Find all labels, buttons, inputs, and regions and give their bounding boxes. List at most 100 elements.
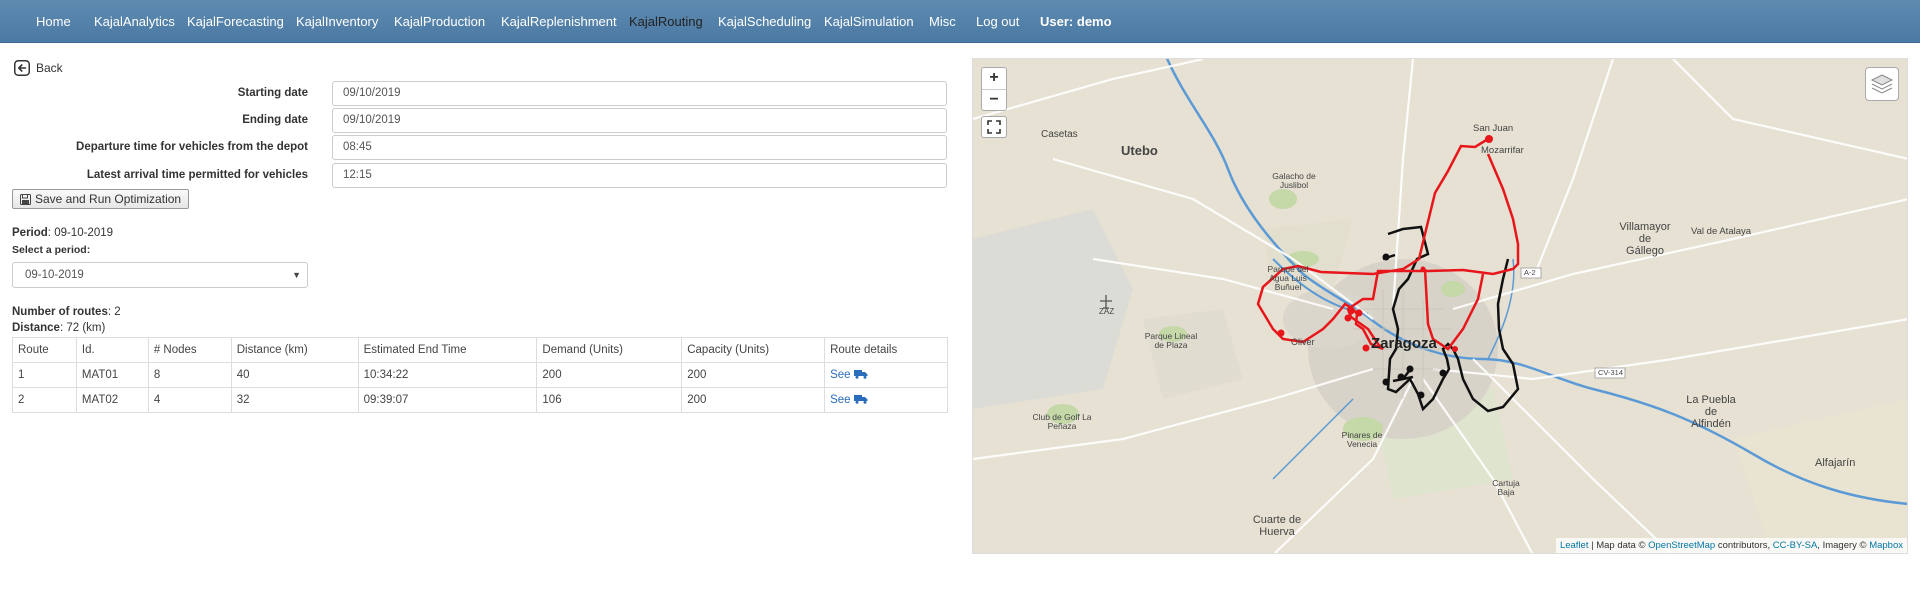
nav-misc[interactable]: Misc bbox=[929, 0, 956, 43]
save-run-optimization-button[interactable]: Save and Run Optimization bbox=[12, 189, 190, 209]
map-label-parque-lineal: Parque Lineal de Plaza bbox=[1141, 332, 1201, 350]
map-label-la-puebla: La Puebla de Alfindén bbox=[1681, 394, 1741, 430]
routes-table: Route Id. # Nodes Distance (km) Estimate… bbox=[12, 337, 948, 413]
nav-kajal-scheduling[interactable]: KajalScheduling bbox=[718, 0, 811, 43]
layers-icon bbox=[1870, 74, 1894, 94]
zoom-out-button[interactable]: − bbox=[982, 89, 1006, 110]
departure-time-input[interactable]: 08:45 bbox=[332, 135, 947, 160]
nav-kajal-simulation[interactable]: KajalSimulation bbox=[824, 0, 914, 43]
map-label-zaragoza: Zaragoza bbox=[1371, 335, 1437, 352]
map-data-text: | Map data © bbox=[1591, 540, 1646, 551]
cell-route-details: See bbox=[824, 387, 948, 413]
departure-time-label: Departure time for vehicles from the dep… bbox=[76, 141, 308, 153]
route-1-stop[interactable] bbox=[1344, 314, 1352, 322]
la-puebla-line-2: de bbox=[1704, 406, 1718, 418]
cell-route-details: See bbox=[824, 362, 948, 388]
back-button[interactable]: Back bbox=[14, 60, 63, 76]
cell-demand: 200 bbox=[536, 362, 683, 388]
map-label-casetas: Casetas bbox=[1041, 129, 1078, 140]
col-header-capacity: Capacity (Units) bbox=[681, 337, 826, 363]
map-label-villamayor: Villamayor de Gállego bbox=[1615, 221, 1675, 257]
map-label-val-de-atalaya: Val de Atalaya bbox=[1691, 226, 1752, 237]
truck-icon bbox=[853, 370, 868, 379]
route-1-stop[interactable] bbox=[1420, 266, 1426, 272]
period-label: Period bbox=[12, 227, 48, 239]
see-route-label: See bbox=[830, 394, 851, 406]
route-1-stop[interactable] bbox=[1452, 346, 1458, 352]
cuarte-line-1: Cuarte de bbox=[1252, 514, 1302, 526]
pinares-line-2: Venecia bbox=[1346, 439, 1378, 449]
parque-agua-line-3: Buñuel bbox=[1274, 282, 1302, 292]
nav-kajal-production[interactable]: KajalProduction bbox=[394, 0, 485, 43]
map-label-pinares: Pinares de Venecia bbox=[1337, 431, 1387, 449]
cell-distance: 32 bbox=[230, 387, 359, 413]
cell-nodes: 4 bbox=[147, 387, 232, 413]
col-header-route: Route bbox=[12, 337, 77, 363]
cell-demand: 106 bbox=[536, 387, 683, 413]
top-navbar: Home KajalAnalytics KajalForecasting Kaj… bbox=[0, 0, 1920, 43]
route-2-stop[interactable] bbox=[1382, 378, 1390, 386]
route-2-stop[interactable] bbox=[1382, 253, 1390, 261]
zoom-in-button[interactable]: + bbox=[982, 68, 1006, 89]
route-2-stop[interactable] bbox=[1397, 373, 1405, 381]
period-select[interactable]: 09-10-2019 ▼ bbox=[12, 262, 308, 288]
nav-kajal-routing[interactable]: KajalRouting bbox=[629, 0, 703, 43]
map-label-mozarrifar: Mozarrifar bbox=[1481, 145, 1524, 156]
cell-end-time: 10:34:22 bbox=[357, 362, 538, 388]
distance-label: Distance bbox=[12, 322, 60, 334]
see-route-link[interactable]: See bbox=[830, 369, 868, 381]
col-header-end-time: Estimated End Time bbox=[357, 337, 538, 363]
cuarte-line-2: Huerva bbox=[1259, 526, 1295, 538]
routes-count-label: Number of routes bbox=[12, 306, 108, 318]
cell-end-time: 09:39:07 bbox=[357, 387, 538, 413]
route-2-stop[interactable] bbox=[1439, 369, 1447, 377]
cell-id: MAT02 bbox=[75, 387, 149, 413]
cell-id: MAT01 bbox=[75, 362, 149, 388]
osm-link[interactable]: OpenStreetMap bbox=[1648, 540, 1715, 551]
route-map[interactable]: Utebo Casetas Zaragoza Villamayor de Gálle… bbox=[972, 58, 1908, 554]
period-info: Period: 09-10-2019 bbox=[12, 227, 114, 239]
route-2-stop[interactable] bbox=[1417, 391, 1425, 399]
col-header-demand: Demand (Units) bbox=[536, 337, 683, 363]
map-label-cuarte: Cuarte de Huerva bbox=[1249, 514, 1305, 538]
route-1-stop[interactable] bbox=[1362, 344, 1370, 352]
route-1-stop[interactable] bbox=[1277, 329, 1285, 337]
table-header-row: Route Id. # Nodes Distance (km) Estimate… bbox=[12, 337, 948, 363]
route-2-stop[interactable] bbox=[1406, 365, 1414, 373]
route-1-stop[interactable] bbox=[1485, 135, 1493, 143]
nav-log-out[interactable]: Log out bbox=[976, 0, 1019, 43]
caret-down-icon: ▼ bbox=[292, 270, 301, 280]
save-run-optimization-label: Save and Run Optimization bbox=[35, 192, 182, 206]
table-row: 1 MAT01 8 40 10:34:22 200 200 See bbox=[12, 362, 948, 388]
route-1-stop[interactable] bbox=[1347, 307, 1355, 315]
parque-lineal-line-2: de Plaza bbox=[1154, 340, 1188, 350]
cartuja-line-2: Baja bbox=[1497, 487, 1515, 497]
end-date-input[interactable]: 09/10/2019 bbox=[332, 108, 947, 133]
nav-kajal-replenishment[interactable]: KajalReplenishment bbox=[501, 0, 617, 43]
map-attribution: Leaflet | Map data © OpenStreetMap contr… bbox=[1555, 538, 1907, 553]
cell-capacity: 200 bbox=[681, 387, 826, 413]
arrival-time-input[interactable]: 12:15 bbox=[332, 163, 947, 188]
nav-kajal-analytics[interactable]: KajalAnalytics bbox=[94, 0, 175, 43]
la-puebla-line-3: Alfindén bbox=[1691, 418, 1731, 430]
road-shield-a2: A-2 bbox=[1524, 268, 1536, 277]
nav-kajal-forecasting[interactable]: KajalForecasting bbox=[187, 0, 284, 43]
cell-route: 1 bbox=[12, 362, 77, 388]
villamayor-line-2: de bbox=[1638, 233, 1652, 245]
map-label-zaz: ZAZ bbox=[1099, 307, 1115, 316]
see-route-link[interactable]: See bbox=[830, 394, 868, 406]
col-header-route-details: Route details bbox=[824, 337, 948, 363]
la-puebla-line-1: La Puebla bbox=[1686, 394, 1736, 406]
nav-kajal-inventory[interactable]: KajalInventory bbox=[296, 0, 378, 43]
fullscreen-button[interactable] bbox=[981, 116, 1007, 138]
contributors-text: contributors, bbox=[1717, 540, 1771, 551]
nav-user: User: demo bbox=[1040, 0, 1112, 43]
cc-by-sa-link[interactable]: CC-BY-SA bbox=[1773, 540, 1818, 551]
mapbox-link[interactable]: Mapbox bbox=[1869, 540, 1903, 551]
start-date-input[interactable]: 09/10/2019 bbox=[332, 81, 947, 106]
layers-button[interactable] bbox=[1865, 67, 1899, 101]
nav-home[interactable]: Home bbox=[36, 0, 71, 43]
route-1-stop[interactable] bbox=[1355, 309, 1363, 317]
col-header-id: Id. bbox=[75, 337, 149, 363]
leaflet-link[interactable]: Leaflet bbox=[1560, 540, 1589, 551]
